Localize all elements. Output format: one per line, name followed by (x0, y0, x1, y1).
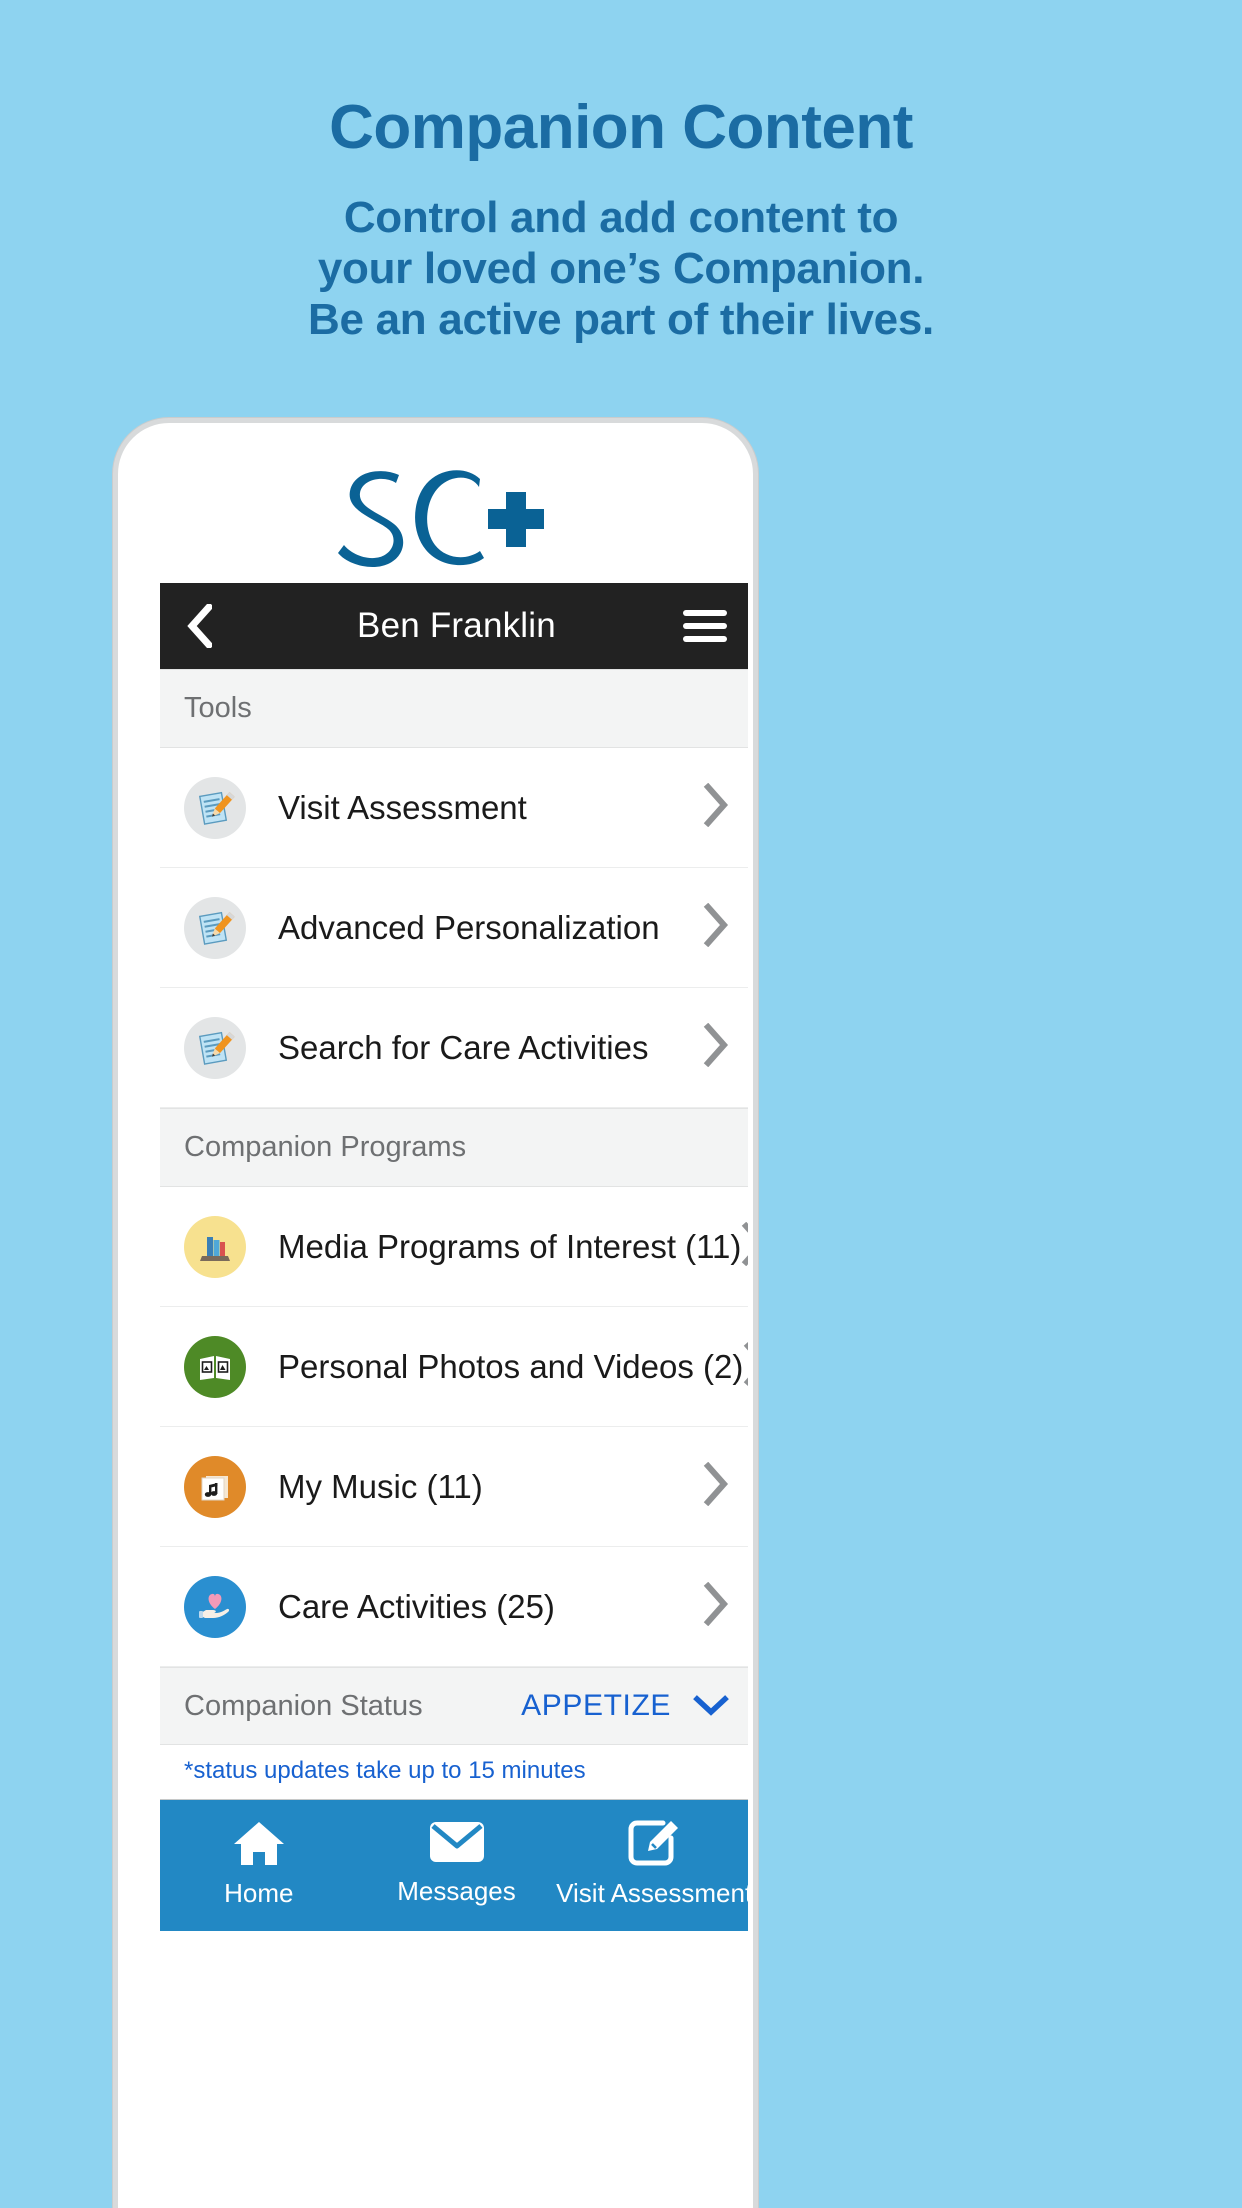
chevron-down-icon (693, 1695, 729, 1716)
app-screen: Ben Franklin Tools Visit Assessment Adva… (160, 583, 748, 2208)
list-item-label: Care Activities (25) (278, 1587, 555, 1625)
chevron-right-icon (703, 1581, 729, 1631)
phone-screen: Ben Franklin Tools Visit Assessment Adva… (123, 428, 748, 2208)
music-note-icon (184, 1455, 246, 1518)
promo-page: Companion Content Control and add conten… (0, 0, 1242, 2208)
home-icon (233, 1822, 284, 1865)
list-item-my-music[interactable]: My Music (11) (160, 1427, 748, 1547)
books-icon (184, 1215, 246, 1278)
sc-plus-logo-icon (337, 469, 544, 567)
companion-status-note: *status updates take up to 15 minutes (160, 1745, 748, 1799)
chevron-right-icon (741, 1221, 748, 1271)
list-item-care-activities[interactable]: Care Activities (25) (160, 1547, 748, 1667)
page-subtitle: Control and add content to your loved on… (0, 192, 1242, 345)
tab-visit-assessment[interactable]: Visit Assessment (555, 1800, 748, 1931)
tab-label: Visit Assessment (556, 1878, 748, 1908)
subtitle-line-3: Be an active part of their lives. (308, 295, 934, 344)
list-item-media-programs-of-interest[interactable]: Media Programs of Interest (11) (160, 1187, 748, 1307)
list-item-label: Media Programs of Interest (11) (278, 1227, 742, 1265)
chevron-right-icon (703, 1022, 729, 1072)
memo-pencil-icon (184, 896, 246, 959)
companion-status-bar[interactable]: Companion Status APPETIZE (160, 1667, 748, 1745)
companion-status-dropdown-button[interactable] (693, 1694, 729, 1718)
subtitle-line-2: your loved one’s Companion. (317, 244, 925, 293)
memo-pencil-icon (184, 776, 246, 839)
list-item-label: My Music (11) (278, 1467, 483, 1505)
chevron-right-icon (703, 782, 729, 832)
companion-status-value: APPETIZE (521, 1689, 671, 1722)
section-header-tools: Tools (160, 669, 748, 748)
navbar-title: Ben Franklin (357, 606, 556, 645)
companion-status-label: Companion Status (184, 1689, 423, 1722)
edit-square-icon (628, 1820, 679, 1866)
photo-album-icon (184, 1335, 246, 1398)
tab-messages[interactable]: Messages (358, 1800, 556, 1931)
list-item-label: Advanced Personalization (278, 908, 660, 946)
hamburger-menu-icon (683, 610, 727, 642)
list-item-advanced-personalization[interactable]: Advanced Personalization (160, 868, 748, 988)
list-item-search-for-care-activities[interactable]: Search for Care Activities (160, 988, 748, 1108)
list-item-visit-assessment[interactable]: Visit Assessment (160, 748, 748, 868)
tab-home[interactable]: Home (160, 1800, 358, 1931)
chevron-right-icon (743, 1342, 748, 1391)
phone-mockup: Ben Franklin Tools Visit Assessment Adva… (113, 418, 758, 2208)
list-item-label: Personal Photos and Videos (2) (278, 1347, 744, 1385)
chevron-right-icon (703, 1461, 729, 1511)
tab-label: Home (224, 1878, 294, 1908)
sc-plus-logo (123, 458, 748, 578)
page-title: Companion Content (329, 93, 913, 162)
hand-heart-icon (184, 1575, 246, 1638)
app-navbar: Ben Franklin (160, 583, 748, 669)
hamburger-menu-button[interactable] (683, 603, 727, 649)
memo-pencil-icon (184, 1016, 246, 1079)
list-item-personal-photos-and-videos[interactable]: Personal Photos and Videos (2) (160, 1307, 748, 1427)
list-item-label: Visit Assessment (278, 788, 527, 826)
section-header-companion-programs: Companion Programs (160, 1108, 748, 1187)
mail-icon (429, 1822, 484, 1862)
back-button[interactable] (186, 604, 222, 648)
chevron-left-icon (187, 604, 212, 648)
bottom-tab-bar: Home Messages Visit Assessment (160, 1799, 748, 1931)
subtitle-line-1: Control and add content to (343, 193, 899, 242)
chevron-right-icon (703, 902, 729, 952)
tab-label: Messages (397, 1876, 516, 1906)
list-item-label: Search for Care Activities (278, 1028, 649, 1066)
